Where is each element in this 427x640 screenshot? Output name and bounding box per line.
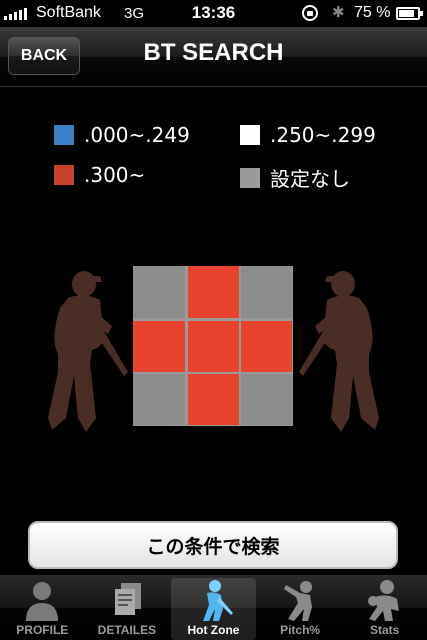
legend-item-none: 設定なし bbox=[240, 163, 350, 192]
search-button[interactable]: この条件で検索 bbox=[28, 521, 398, 569]
legend-label: .300~ bbox=[84, 163, 146, 187]
legend-swatch-white bbox=[240, 125, 260, 145]
zone-cell-hot[interactable] bbox=[240, 320, 292, 372]
tab-hot-zone[interactable]: Hot Zone bbox=[171, 578, 256, 640]
batter-icon bbox=[203, 580, 234, 621]
tab-stats[interactable]: Stats bbox=[342, 575, 427, 640]
zone-cell-hot[interactable] bbox=[187, 373, 239, 425]
legend-item-low: .000~.249 bbox=[54, 123, 190, 147]
tab-profile[interactable]: PROFILE bbox=[0, 575, 85, 640]
tab-label: DETAILES bbox=[97, 623, 157, 637]
zone-cell-none[interactable] bbox=[133, 266, 185, 318]
catcher-icon bbox=[367, 580, 399, 621]
tab-label: PROFILE bbox=[16, 623, 69, 637]
legend-item-high: .300~ bbox=[54, 163, 145, 187]
tab-bar: PROFILE DETAILES Hot Zone Pitch% Stats bbox=[0, 575, 427, 640]
rotation-lock-icon bbox=[302, 5, 318, 21]
navigation-bar: BACK BT SEARCH bbox=[0, 27, 427, 87]
pitcher-icon bbox=[284, 581, 313, 621]
legend-label: .000~.249 bbox=[84, 123, 190, 147]
legend-swatch-red bbox=[54, 165, 74, 185]
zone-cell-none[interactable] bbox=[133, 373, 185, 425]
strike-zone-grid bbox=[133, 266, 293, 426]
right-batter-silhouette-icon bbox=[299, 271, 379, 432]
documents-icon bbox=[114, 583, 141, 615]
zone-cell-none[interactable] bbox=[240, 266, 292, 318]
person-icon bbox=[26, 582, 59, 621]
left-batter-silhouette-icon bbox=[48, 271, 128, 432]
legend-swatch-blue bbox=[54, 125, 74, 145]
zone-cell-hot[interactable] bbox=[187, 320, 239, 372]
tab-detailes[interactable]: DETAILES bbox=[85, 575, 170, 640]
status-bar: SoftBank 3G 13:36 ✱ 75 % bbox=[0, 0, 427, 27]
zone-cell-hot[interactable] bbox=[133, 320, 185, 372]
page-title: BT SEARCH bbox=[143, 39, 284, 66]
legend-item-mid: .250~.299 bbox=[240, 123, 376, 147]
battery-percentage: 75 % bbox=[354, 4, 391, 21]
zone-cell-hot[interactable] bbox=[187, 266, 239, 318]
tab-label: Stats bbox=[370, 623, 400, 637]
legend-label: .250~.299 bbox=[270, 123, 376, 147]
tab-label: Hot Zone bbox=[187, 623, 240, 637]
battery-icon bbox=[396, 7, 423, 20]
legend-label: 設定なし bbox=[270, 167, 350, 191]
legend-swatch-gray bbox=[240, 167, 260, 188]
bluetooth-icon: ✱ bbox=[332, 3, 345, 21]
tab-pitch[interactable]: Pitch% bbox=[258, 575, 343, 640]
zone-cell-none[interactable] bbox=[240, 373, 292, 425]
tab-label: Pitch% bbox=[280, 623, 321, 637]
